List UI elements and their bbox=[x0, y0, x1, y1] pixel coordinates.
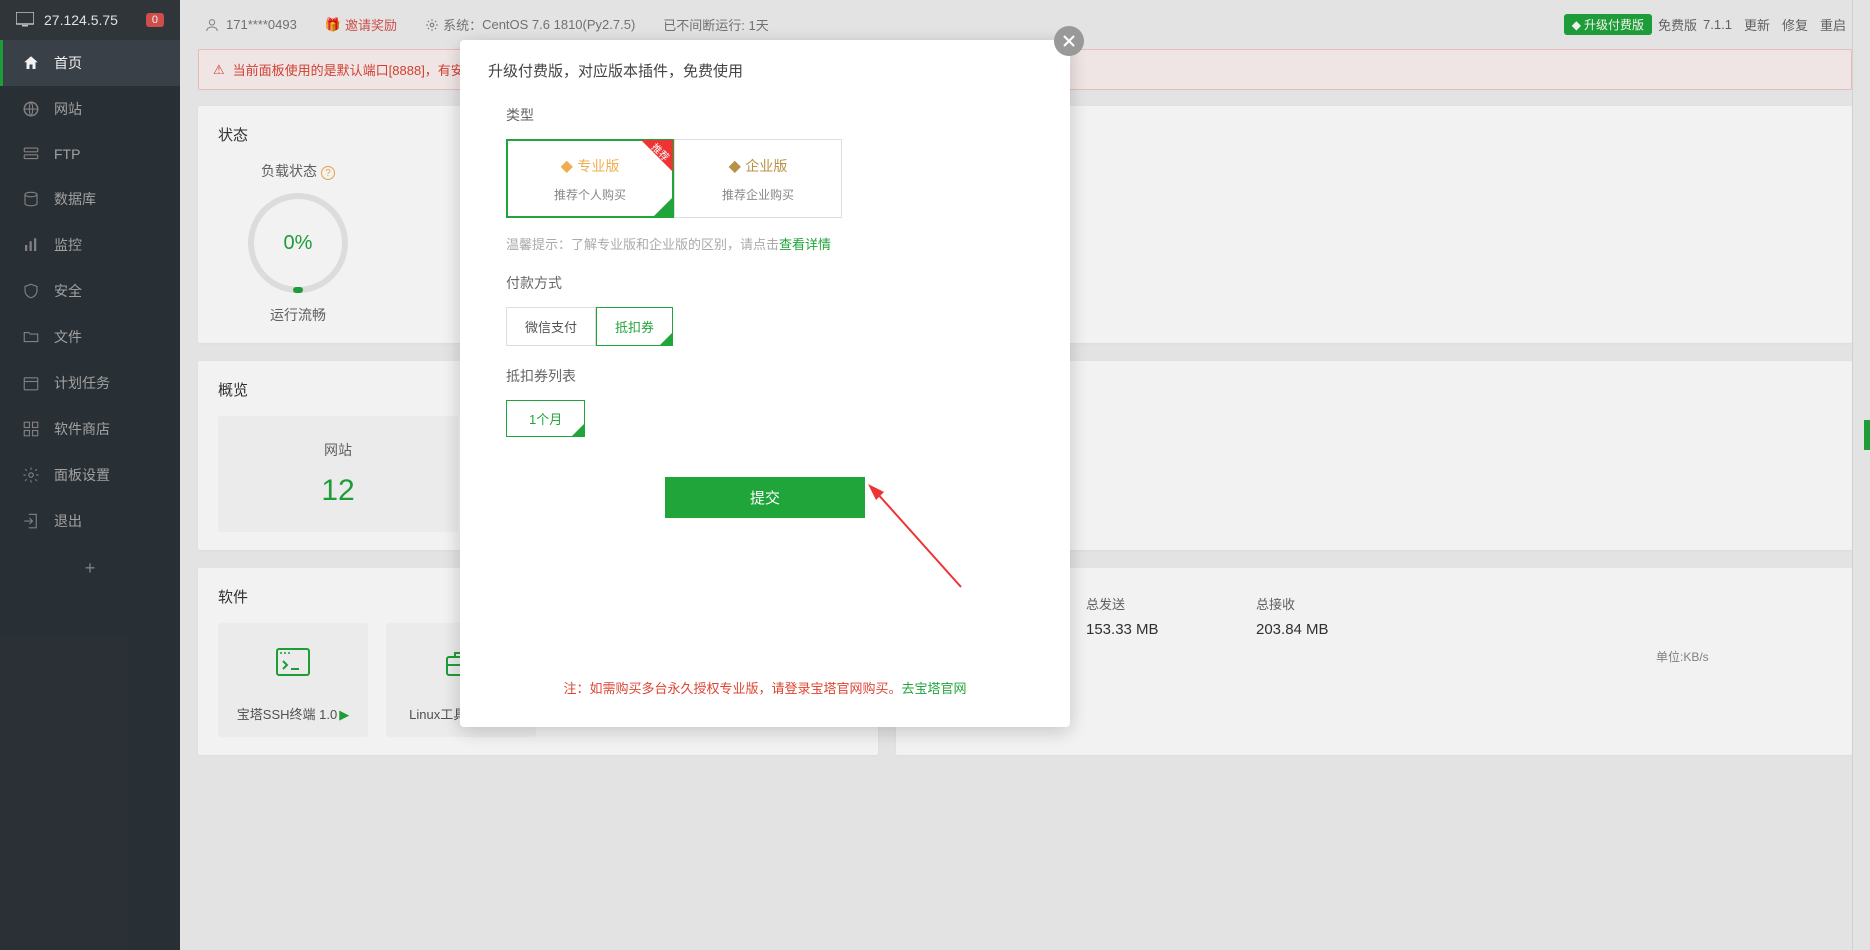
close-icon bbox=[1062, 34, 1076, 48]
payment-label: 付款方式 bbox=[506, 273, 1024, 293]
modal-overlay[interactable]: 升级付费版，对应版本插件，免费使用 类型 推荐 ◆ 专业版 推荐个人购买 ◆ 企… bbox=[0, 0, 1870, 950]
official-site-link[interactable]: 去宝塔官网 bbox=[902, 681, 967, 696]
coupon-1month-button[interactable]: 1个月 bbox=[506, 400, 585, 437]
type-pro-card[interactable]: 推荐 ◆ 专业版 推荐个人购买 bbox=[506, 139, 674, 218]
pay-coupon-button[interactable]: 抵扣券 bbox=[596, 307, 673, 346]
coupon-list-label: 抵扣券列表 bbox=[506, 366, 1024, 386]
pro-desc: 推荐个人购买 bbox=[517, 186, 663, 203]
view-details-link[interactable]: 查看详情 bbox=[779, 237, 831, 252]
upgrade-modal: 升级付费版，对应版本插件，免费使用 类型 推荐 ◆ 专业版 推荐个人购买 ◆ 企… bbox=[460, 40, 1070, 727]
type-enterprise-card[interactable]: ◆ 企业版 推荐企业购买 bbox=[674, 139, 842, 218]
pay-wechat-button[interactable]: 微信支付 bbox=[506, 307, 596, 346]
close-button[interactable] bbox=[1054, 26, 1084, 56]
diamond-icon: ◆ 企业版 bbox=[685, 156, 831, 176]
modal-title: 升级付费版，对应版本插件，免费使用 bbox=[460, 40, 1070, 95]
ent-desc: 推荐企业购买 bbox=[685, 186, 831, 203]
footer-note: 注：如需购买多台永久授权专业版，请登录宝塔官网购买。去宝塔官网 bbox=[460, 678, 1070, 697]
check-corner bbox=[653, 197, 673, 217]
type-label: 类型 bbox=[506, 105, 1024, 125]
submit-button[interactable]: 提交 bbox=[665, 477, 865, 518]
tip-line: 温馨提示：了解专业版和企业版的区别，请点击查看详情 bbox=[506, 234, 1024, 253]
